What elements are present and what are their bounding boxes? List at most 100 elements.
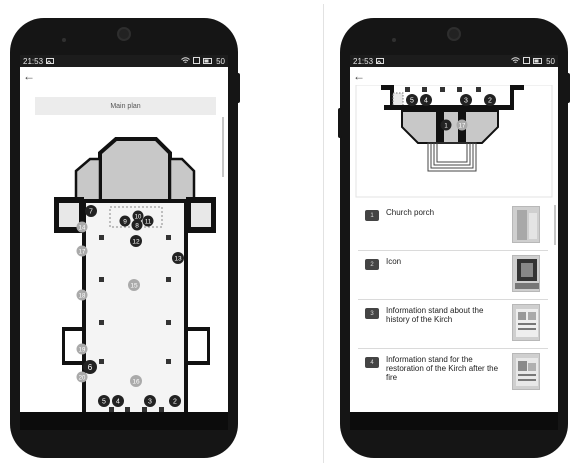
list-item[interactable]: 2 Icon — [358, 251, 548, 300]
list-item[interactable]: 3 Information stand about the history of… — [358, 300, 548, 349]
battery-icon — [203, 57, 213, 66]
marker-16[interactable]: 16 — [130, 375, 142, 387]
marker-19[interactable]: 19 — [76, 343, 88, 355]
item-thumbnail — [512, 304, 540, 341]
side-button — [236, 73, 240, 103]
marker-2[interactable]: 2 — [484, 94, 496, 106]
image-notification-icon — [376, 57, 385, 66]
marker-2[interactable]: 2 — [169, 395, 181, 407]
item-label: Church porch — [386, 208, 435, 217]
svg-text:18: 18 — [79, 294, 86, 300]
marker-4[interactable]: 4 — [420, 94, 432, 106]
screen-left: 21:53 50 ← Main plan 7 10 9 8 11 12 13 1… — [20, 55, 228, 412]
back-arrow-icon[interactable]: ← — [353, 70, 365, 82]
marker-13[interactable]: 13 — [172, 252, 184, 264]
app-bar: ← — [350, 67, 558, 85]
front-camera — [117, 27, 131, 41]
sensor-dot — [62, 38, 66, 42]
signal-icon — [523, 56, 531, 66]
marker-4[interactable]: 4 — [112, 395, 124, 407]
scrollbar[interactable] — [222, 117, 224, 177]
side-button — [566, 73, 570, 103]
battery-level: 50 — [216, 56, 225, 66]
marker-3[interactable]: 3 — [144, 395, 156, 407]
item-thumbnail — [512, 353, 540, 390]
marker-20[interactable]: 20 — [76, 371, 88, 383]
svg-text:4: 4 — [116, 399, 120, 406]
church-floor-plan[interactable]: 7 10 9 8 11 12 13 14 15 16 17 18 19 20 6… — [20, 115, 228, 412]
svg-text:3: 3 — [148, 399, 152, 406]
marker-12[interactable]: 12 — [130, 235, 142, 247]
phone-left: 21:53 50 ← Main plan 7 10 9 8 11 12 13 1… — [10, 18, 240, 458]
svg-text:19: 19 — [79, 348, 86, 354]
item-label: Icon — [386, 257, 402, 266]
svg-text:13: 13 — [174, 256, 182, 263]
item-number: 1 — [365, 210, 379, 221]
svg-text:9: 9 — [123, 219, 127, 226]
nav-bar — [20, 412, 228, 430]
svg-text:2: 2 — [488, 98, 492, 105]
svg-text:17: 17 — [459, 124, 466, 130]
marker-17[interactable]: 17 — [76, 245, 88, 257]
front-camera — [447, 27, 461, 41]
map-title: Main plan — [35, 97, 216, 115]
sensor-dot — [392, 38, 396, 42]
marker-11[interactable]: 11 — [142, 215, 154, 227]
svg-text:2: 2 — [173, 399, 177, 406]
svg-text:4: 4 — [424, 98, 428, 105]
svg-text:16: 16 — [132, 379, 140, 386]
wifi-icon — [181, 56, 190, 66]
marker-7[interactable]: 7 — [85, 205, 97, 217]
phone-right: 21:53 50 ← 5 4 3 2 1 17 1 Church porch 2… — [338, 18, 570, 458]
marker-8[interactable]: 8 — [131, 219, 143, 231]
wifi-icon — [511, 56, 520, 66]
marker-6[interactable]: 6 — [83, 360, 97, 374]
item-thumbnail — [512, 255, 540, 292]
svg-text:6: 6 — [88, 363, 93, 372]
signal-icon — [193, 56, 201, 66]
screen-right: 21:53 50 ← 5 4 3 2 1 17 1 Church porch 2… — [350, 55, 558, 412]
svg-text:5: 5 — [410, 98, 414, 105]
nav-bar — [350, 412, 558, 430]
status-bar: 21:53 50 — [20, 55, 228, 67]
marker-18[interactable]: 18 — [76, 289, 88, 301]
marker-5[interactable]: 5 — [98, 395, 110, 407]
marker-17[interactable]: 17 — [456, 119, 468, 131]
item-label: Information stand about the history of t… — [386, 306, 484, 324]
marker-14[interactable]: 14 — [76, 221, 88, 233]
svg-text:10: 10 — [135, 215, 142, 221]
list-item[interactable]: 1 Church porch — [358, 202, 548, 251]
svg-text:14: 14 — [79, 226, 86, 232]
svg-text:3: 3 — [464, 98, 468, 105]
battery-level: 50 — [546, 56, 555, 66]
battery-icon — [533, 57, 543, 66]
marker-15[interactable]: 15 — [128, 279, 140, 291]
status-time: 21:53 — [23, 56, 44, 66]
status-bar: 21:53 50 — [350, 55, 558, 67]
marker-5[interactable]: 5 — [406, 94, 418, 106]
points-list: 1 Church porch 2 Icon 3 Information stan… — [358, 202, 548, 397]
volume-button — [338, 108, 342, 138]
screenshot-divider — [323, 4, 324, 463]
item-number: 4 — [365, 357, 379, 368]
svg-text:20: 20 — [79, 376, 86, 382]
svg-text:8: 8 — [135, 223, 139, 230]
app-bar: ← — [20, 67, 228, 85]
svg-text:17: 17 — [79, 250, 86, 256]
back-arrow-icon[interactable]: ← — [23, 70, 35, 82]
svg-text:12: 12 — [132, 239, 140, 246]
item-thumbnail — [512, 206, 540, 243]
svg-text:11: 11 — [145, 220, 152, 226]
image-notification-icon — [46, 57, 55, 66]
marker-9[interactable]: 9 — [119, 215, 131, 227]
status-time: 21:53 — [353, 56, 374, 66]
list-item[interactable]: 4 Information stand for the restoration … — [358, 349, 548, 397]
svg-text:15: 15 — [130, 283, 138, 290]
church-floor-plan-partial[interactable]: 5 4 3 2 1 17 — [350, 85, 558, 200]
item-label: Information stand for the restoration of… — [386, 355, 499, 382]
scrollbar[interactable] — [554, 205, 556, 245]
item-number: 2 — [365, 259, 379, 270]
item-number: 3 — [365, 308, 379, 319]
marker-3[interactable]: 3 — [460, 94, 472, 106]
marker-1[interactable]: 1 — [440, 119, 452, 131]
